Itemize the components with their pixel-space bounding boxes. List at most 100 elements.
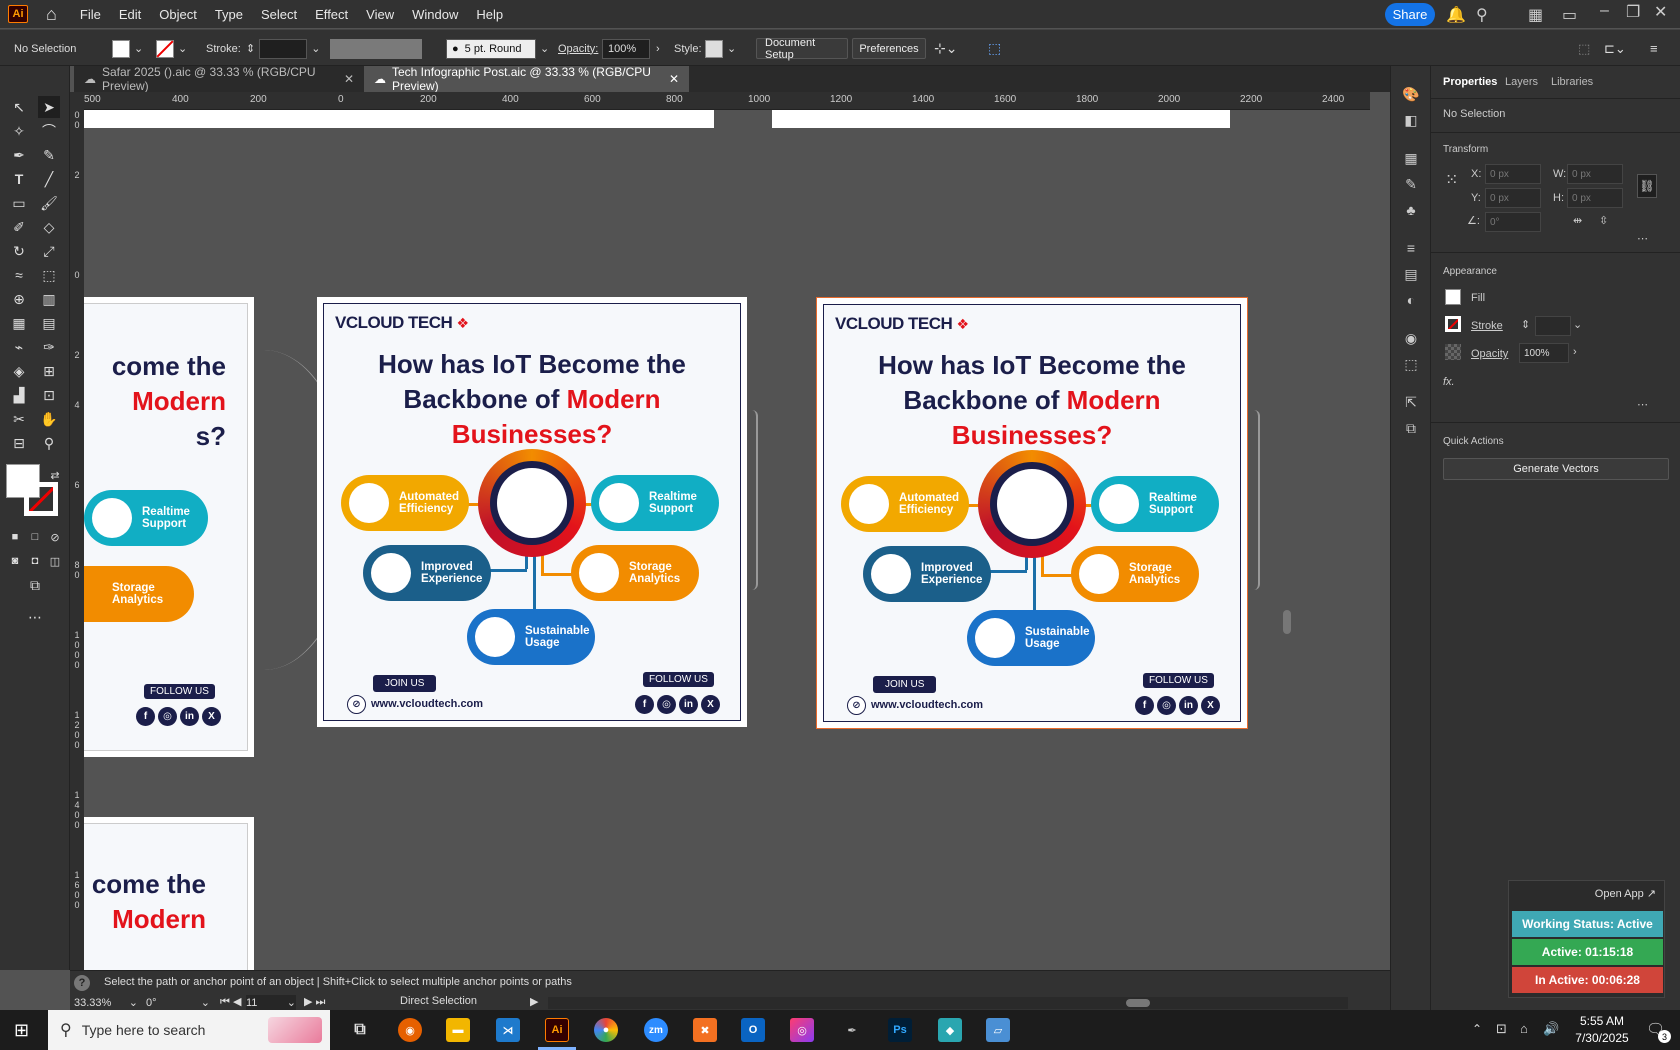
export-icon[interactable]: ⇱ [1401,392,1421,412]
menu-window[interactable]: Window [403,7,467,22]
menu-select[interactable]: Select [252,7,306,22]
color-guide-icon[interactable]: ▦ [1401,148,1421,168]
stepper-icon[interactable]: ⇕ [246,42,255,55]
vertical-scroll-thumb[interactable] [1283,610,1291,634]
stroke-panel-icon[interactable]: ≡ [1401,238,1421,258]
artboard-right-selected[interactable]: VCLOUD TECH ❖ How has IoT Become the Bac… [816,297,1248,729]
preferences-button[interactable]: Preferences [852,38,926,59]
bell-icon[interactable]: 🔔 [1446,5,1466,25]
symbol-sprayer-icon[interactable]: ⊞ [38,360,60,382]
chevron-down-icon[interactable]: ⌄ [311,42,320,55]
artboard-partial-top-center[interactable] [258,110,714,128]
swap-colors-icon[interactable]: ⇄ [44,464,66,486]
flip-horizontal-icon[interactable]: ⇹ [1573,214,1582,227]
y-input[interactable]: 0 px [1485,188,1541,208]
clock-date[interactable]: 7/30/2025 [1568,1031,1636,1045]
artboard-prev-icon[interactable]: ⏮ ◀ [220,995,241,1009]
horizontal-scrollbar[interactable] [548,997,1348,1009]
firefox-icon[interactable]: ◉ [398,1018,422,1042]
tray-app-icon[interactable]: ⊡ [1496,1021,1507,1037]
x-input[interactable]: 0 px [1485,164,1541,184]
h-input[interactable]: 0 px [1567,188,1623,208]
artboard-number[interactable]: 11 ⌄ [246,995,296,1010]
magic-wand-icon[interactable]: ✧ [8,120,30,142]
artboard-tool-icon[interactable]: ⊡ [38,384,60,406]
zoom-level[interactable]: 33.33% ⌄ [74,995,138,1010]
artboard-next-icon[interactable]: ▶ ⏭ [304,995,325,1009]
align-icon[interactable]: ⊹⌄ [934,38,957,59]
chevron-right-icon[interactable]: › [1573,346,1577,358]
chevron-down-icon[interactable]: ⌄ [1573,318,1582,331]
gradient-mode-icon[interactable]: □ [24,526,46,548]
pen-app-icon[interactable]: ✒ [840,1018,864,1042]
tab-properties[interactable]: Properties [1443,76,1497,88]
menu-file[interactable]: File [71,7,110,22]
opacity-panel-input[interactable]: 100% [1519,343,1569,363]
artboards-icon[interactable]: ⧉ [1401,418,1421,438]
close-icon[interactable]: ✕ [1654,2,1667,22]
stroke-swatch-panel[interactable] [1445,316,1461,332]
stroke-color-swatch[interactable] [24,482,58,516]
generate-vectors-button[interactable]: Generate Vectors [1443,458,1669,480]
lasso-icon[interactable]: ⌒ [38,120,60,142]
mesh-icon[interactable]: ▦ [8,312,30,334]
share-button[interactable]: Share [1385,3,1435,26]
opacity-label[interactable]: Opacity: [558,38,598,59]
none-mode-icon[interactable]: ⊘ [44,526,66,548]
help-icon[interactable]: ? [74,975,90,991]
open-app-link[interactable]: Open App ↗ [1595,887,1656,900]
outlook-icon[interactable]: O [741,1018,765,1042]
vertical-ruler[interactable]: 00 2 0 2 4 6 80 1000 1200 1400 1600 [70,110,84,970]
shaper-icon[interactable]: ✐ [8,216,30,238]
clock-time[interactable]: 5:55 AM [1568,1014,1636,1028]
menu-object[interactable]: Object [150,7,206,22]
paintbrush-icon[interactable]: 🖌 [38,192,60,214]
more-tools-icon[interactable]: ⋯ [24,606,46,628]
chevron-down-icon[interactable]: ⌄ [540,42,549,55]
artboard-center[interactable]: VCLOUD TECH ❖ How has IoT Become the Bac… [317,297,747,727]
measure-icon[interactable]: ✑ [38,336,60,358]
canvas[interactable]: come the Modern s? Realtime Support Stor… [84,110,1370,970]
line-tool-icon[interactable]: ╱ [38,168,60,190]
selection-tool-icon[interactable]: ↖ [8,96,30,118]
fill-label[interactable]: Fill [1471,292,1485,304]
tray-chevron-icon[interactable]: ⌃ [1472,1022,1482,1036]
creative-cloud-icon[interactable]: ◎ [790,1018,814,1042]
artboard-bottom-partial[interactable]: come the Modern [84,817,254,970]
color-icon[interactable]: 🎨 [1401,84,1421,104]
chrome-icon[interactable]: ● [594,1018,618,1042]
free-transform-icon[interactable]: ⬚ [38,264,60,286]
graphic-styles-icon[interactable]: ⬚ [1401,354,1421,374]
vertical-scrollbar[interactable] [1280,110,1294,970]
gradient-icon[interactable]: ▤ [38,312,60,334]
chevron-down-icon[interactable]: ⌄ [134,42,143,55]
screen-mode-icon[interactable]: ⧉ [24,574,46,596]
tab-layers[interactable]: Layers [1505,76,1538,88]
perspective-icon[interactable]: ▥ [38,288,60,310]
stroke-label-panel[interactable]: Stroke [1471,320,1503,332]
style-swatch[interactable] [705,39,723,58]
color-mode-icon[interactable]: ■ [4,526,26,548]
constrain-proportions-icon[interactable]: ⛓ [1637,174,1657,198]
rotation-view[interactable]: 0° ⌄ [146,995,210,1010]
horizontal-scroll-thumb[interactable] [1126,999,1150,1007]
document-setup-button[interactable]: Document Setup [756,37,848,61]
draw-behind-icon[interactable]: ◘ [24,550,46,572]
fx-icon[interactable]: fx. [1443,376,1455,388]
vscode-icon[interactable]: ⋊ [496,1018,520,1042]
notepad-icon[interactable]: ▱ [986,1018,1010,1042]
home-icon[interactable]: ⌂ [46,4,57,25]
close-tab-icon[interactable]: ✕ [657,72,679,86]
network-icon[interactable]: ⌂ [1520,1021,1528,1036]
menu-type[interactable]: Type [206,7,252,22]
restore-icon[interactable]: ❐ [1626,2,1640,22]
align-options-icon[interactable]: ⊏⌄ [1604,38,1626,59]
tab-libraries[interactable]: Libraries [1551,76,1593,88]
zoom-app-icon[interactable]: zm [644,1018,668,1042]
arrange-icon[interactable]: ▭ [1562,5,1577,25]
tab-tech-infographic[interactable]: ☁ Tech Infographic Post.aic @ 33.33 % (R… [364,65,689,93]
chevron-down-icon[interactable]: ⌄ [727,42,736,55]
direct-selection-tool-icon[interactable]: ➤ [38,96,60,118]
pen-tool-icon[interactable]: ✒ [8,144,30,166]
brush-definition[interactable]: ● 5 pt. Round [446,38,536,59]
